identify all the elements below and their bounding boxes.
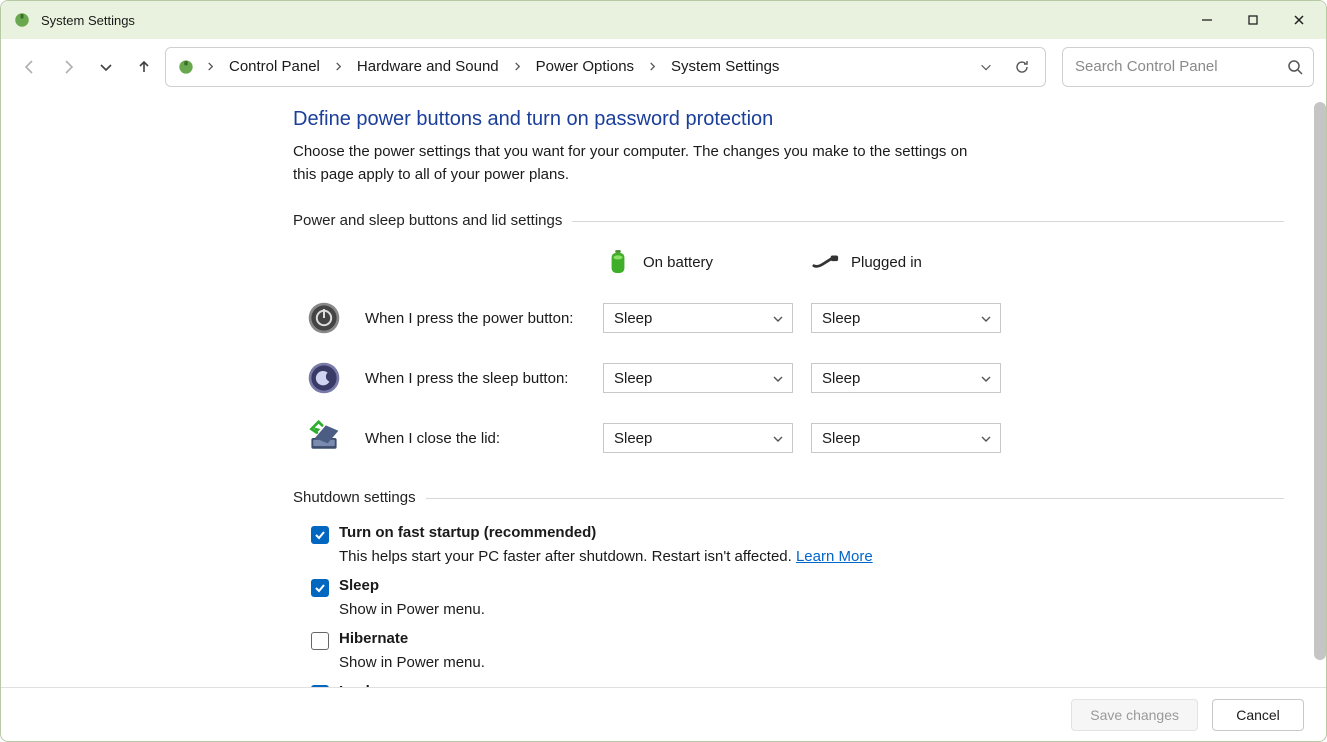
select-power-button-plugged[interactable]: Sleep bbox=[811, 303, 1001, 333]
content-area: Define power buttons and turn on passwor… bbox=[1, 94, 1312, 687]
app-icon bbox=[13, 11, 31, 29]
battery-icon bbox=[603, 247, 633, 277]
footer: Save changes Cancel bbox=[1, 687, 1326, 741]
checkbox-label-hibernate: Hibernate bbox=[339, 630, 408, 647]
back-button[interactable] bbox=[13, 50, 47, 84]
select-sleep-button-plugged[interactable]: Sleep bbox=[811, 363, 1001, 393]
checkbox-label-sleep: Sleep bbox=[339, 577, 379, 594]
save-changes-button[interactable]: Save changes bbox=[1071, 699, 1198, 731]
forward-button[interactable] bbox=[51, 50, 85, 84]
select-lid-battery[interactable]: Sleep bbox=[603, 423, 793, 453]
breadcrumb-separator[interactable] bbox=[200, 54, 221, 79]
checkbox-lock[interactable] bbox=[311, 685, 329, 687]
checkbox-sleep[interactable] bbox=[311, 579, 329, 597]
checkbox-desc-hibernate: Show in Power menu. bbox=[339, 654, 1284, 671]
cancel-button[interactable]: Cancel bbox=[1212, 699, 1304, 731]
refresh-button[interactable] bbox=[1005, 50, 1039, 84]
select-power-button-battery[interactable]: Sleep bbox=[603, 303, 793, 333]
maximize-button[interactable] bbox=[1230, 5, 1276, 35]
titlebar: System Settings bbox=[1, 1, 1326, 39]
column-header-battery: On battery bbox=[603, 247, 803, 277]
row-label-sleep-button: When I press the sleep button: bbox=[365, 370, 595, 387]
breadcrumb-separator[interactable] bbox=[507, 54, 528, 79]
page-description: Choose the power settings that you want … bbox=[293, 141, 993, 186]
group-header-shutdown: Shutdown settings bbox=[293, 489, 1284, 506]
search-input[interactable] bbox=[1073, 57, 1287, 76]
learn-more-link[interactable]: Learn More bbox=[796, 548, 873, 565]
checkbox-desc-fast-startup: This helps start your PC faster after sh… bbox=[339, 548, 1284, 565]
lid-icon bbox=[305, 419, 343, 457]
search-icon bbox=[1287, 59, 1303, 75]
group-header-power-buttons: Power and sleep buttons and lid settings bbox=[293, 212, 1284, 229]
chevron-down-icon bbox=[772, 433, 784, 445]
checkbox-fast-startup[interactable] bbox=[311, 526, 329, 544]
checkbox-label-lock: Lock bbox=[339, 683, 374, 687]
breadcrumb-hardware-and-sound[interactable]: Hardware and Sound bbox=[351, 54, 505, 79]
group-label: Power and sleep buttons and lid settings bbox=[293, 212, 572, 229]
breadcrumb-separator[interactable] bbox=[642, 54, 663, 79]
chevron-down-icon bbox=[772, 373, 784, 385]
address-dropdown-button[interactable] bbox=[969, 50, 1003, 84]
group-label: Shutdown settings bbox=[293, 489, 426, 506]
select-sleep-button-battery[interactable]: Sleep bbox=[603, 363, 793, 393]
row-label-lid: When I close the lid: bbox=[365, 430, 595, 447]
chevron-down-icon bbox=[980, 433, 992, 445]
breadcrumb-system-settings[interactable]: System Settings bbox=[665, 54, 785, 79]
chevron-down-icon bbox=[980, 313, 992, 325]
vertical-scrollbar[interactable] bbox=[1314, 102, 1326, 660]
breadcrumb-power-options[interactable]: Power Options bbox=[530, 54, 640, 79]
recent-locations-button[interactable] bbox=[89, 50, 123, 84]
page-title: Define power buttons and turn on passwor… bbox=[293, 108, 1284, 131]
column-header-plugged-in: Plugged in bbox=[811, 247, 1011, 277]
checkbox-desc-sleep: Show in Power menu. bbox=[339, 601, 1284, 618]
close-button[interactable] bbox=[1276, 5, 1322, 35]
chevron-down-icon bbox=[980, 373, 992, 385]
breadcrumb-control-panel[interactable]: Control Panel bbox=[223, 54, 326, 79]
window-title: System Settings bbox=[41, 13, 135, 28]
checkbox-label-fast-startup: Turn on fast startup (recommended) bbox=[339, 524, 596, 541]
address-bar[interactable]: Control Panel Hardware and Sound Power O… bbox=[165, 47, 1046, 87]
checkbox-hibernate[interactable] bbox=[311, 632, 329, 650]
minimize-button[interactable] bbox=[1184, 5, 1230, 35]
sleep-button-icon bbox=[305, 359, 343, 397]
up-button[interactable] bbox=[127, 50, 161, 84]
search-box[interactable] bbox=[1062, 47, 1314, 87]
power-button-icon bbox=[305, 299, 343, 337]
chevron-down-icon bbox=[772, 313, 784, 325]
row-label-power-button: When I press the power button: bbox=[365, 310, 595, 327]
breadcrumb-separator[interactable] bbox=[328, 54, 349, 79]
location-icon bbox=[176, 57, 196, 77]
plug-icon bbox=[811, 247, 841, 277]
navigation-bar: Control Panel Hardware and Sound Power O… bbox=[1, 39, 1326, 94]
select-lid-plugged[interactable]: Sleep bbox=[811, 423, 1001, 453]
